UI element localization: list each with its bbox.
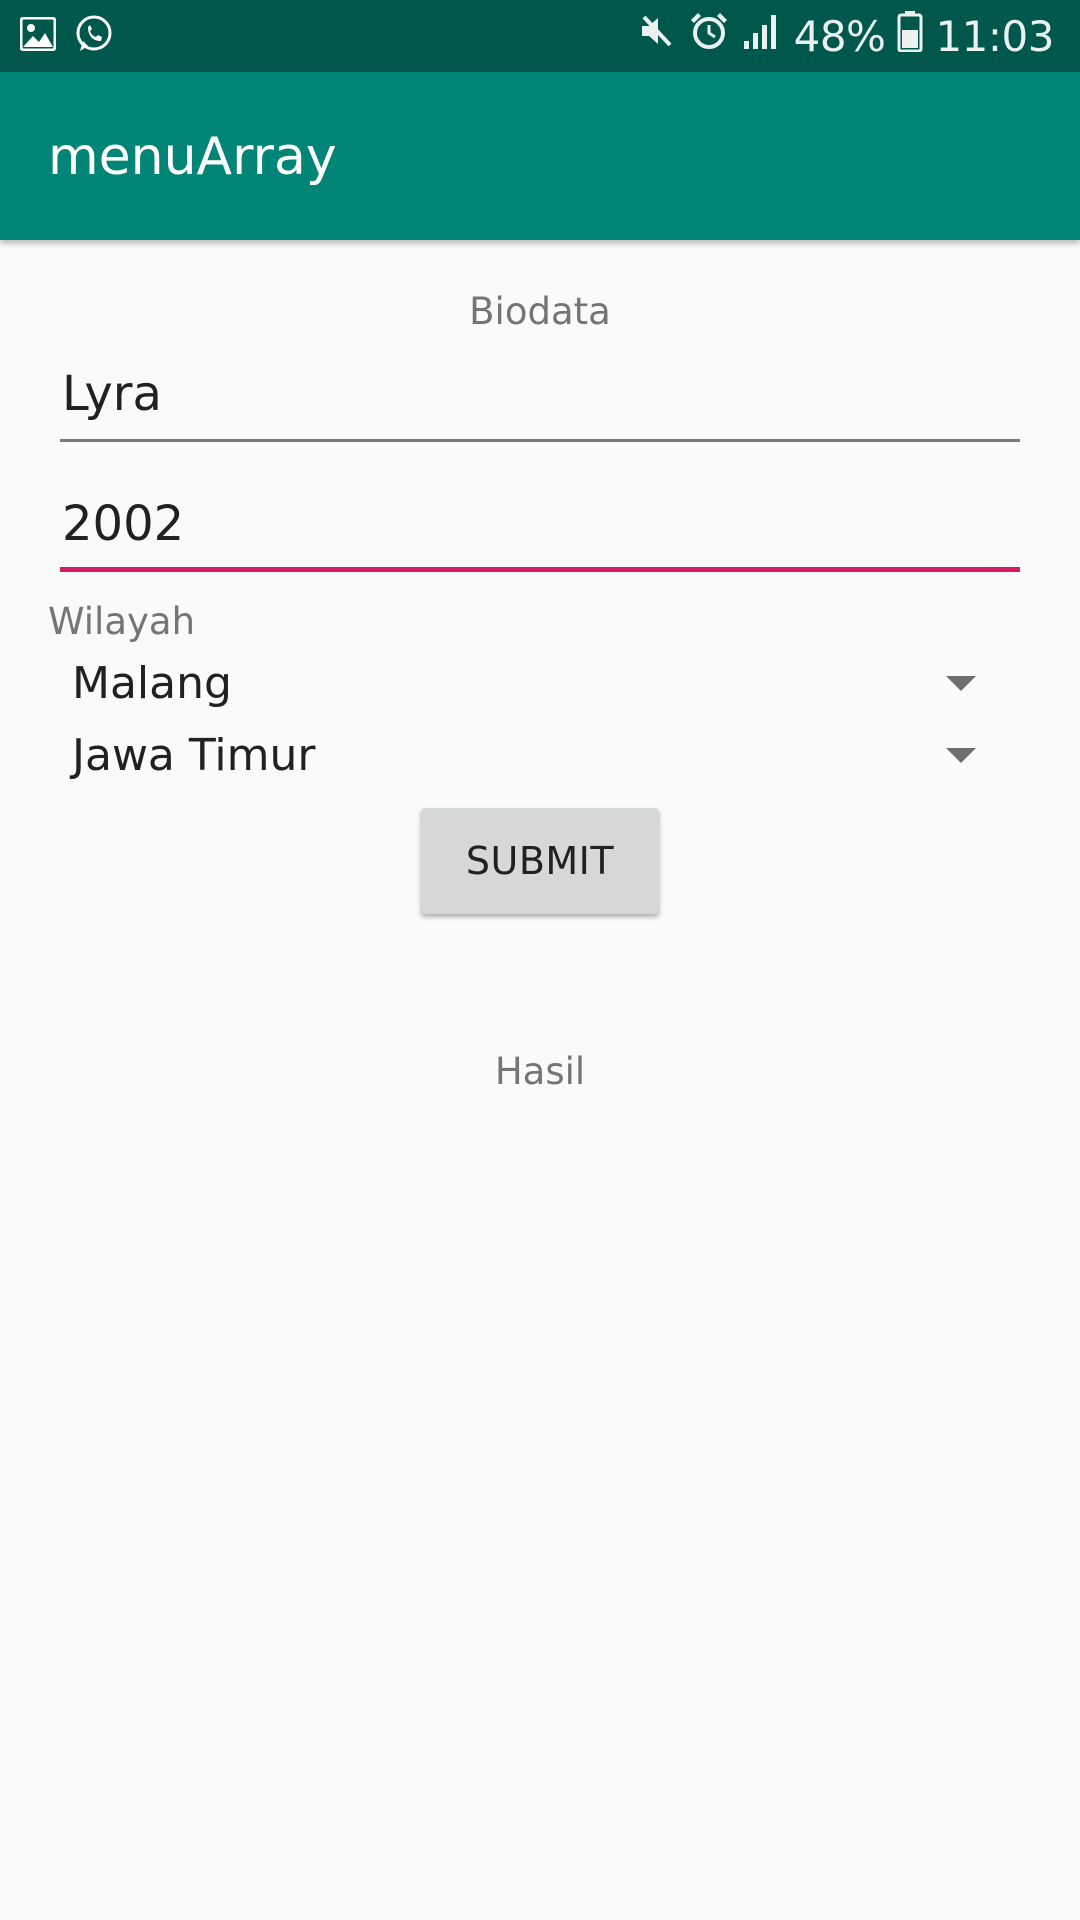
app-bar: menuArray	[0, 72, 1080, 240]
status-left-icons	[19, 14, 114, 58]
year-field-value: 2002	[62, 496, 185, 552]
whatsapp-icon	[74, 14, 114, 58]
year-field-underline	[60, 567, 1020, 572]
status-bar: 48% 11:03	[0, 0, 1080, 72]
status-time: 11:03	[935, 11, 1054, 61]
status-right-icons: 48% 11:03	[636, 10, 1054, 62]
region-label: Wilayah	[48, 600, 196, 643]
signal-icon	[742, 11, 782, 61]
dropdown-arrow-icon	[946, 676, 976, 691]
submit-button[interactable]: SUBMIT	[421, 808, 659, 914]
city-dropdown[interactable]: Malang	[48, 650, 988, 716]
battery-icon	[897, 10, 923, 62]
mute-icon	[636, 11, 676, 61]
dropdown-arrow-icon	[946, 748, 976, 763]
province-dropdown-value: Jawa Timur	[72, 730, 316, 781]
province-dropdown[interactable]: Jawa Timur	[48, 722, 988, 788]
name-field-underline	[60, 439, 1020, 442]
city-dropdown-value: Malang	[72, 658, 232, 709]
biodata-heading: Biodata	[469, 290, 611, 333]
year-field[interactable]: 2002	[60, 490, 1020, 572]
app-title: menuArray	[48, 127, 337, 187]
alarm-icon	[688, 10, 730, 62]
name-field-value: Lyra	[62, 366, 162, 422]
result-text: Hasil	[494, 1050, 586, 1093]
gallery-icon	[19, 16, 57, 55]
battery-percent: 48%	[793, 11, 886, 61]
name-field[interactable]: Lyra	[60, 360, 1020, 442]
